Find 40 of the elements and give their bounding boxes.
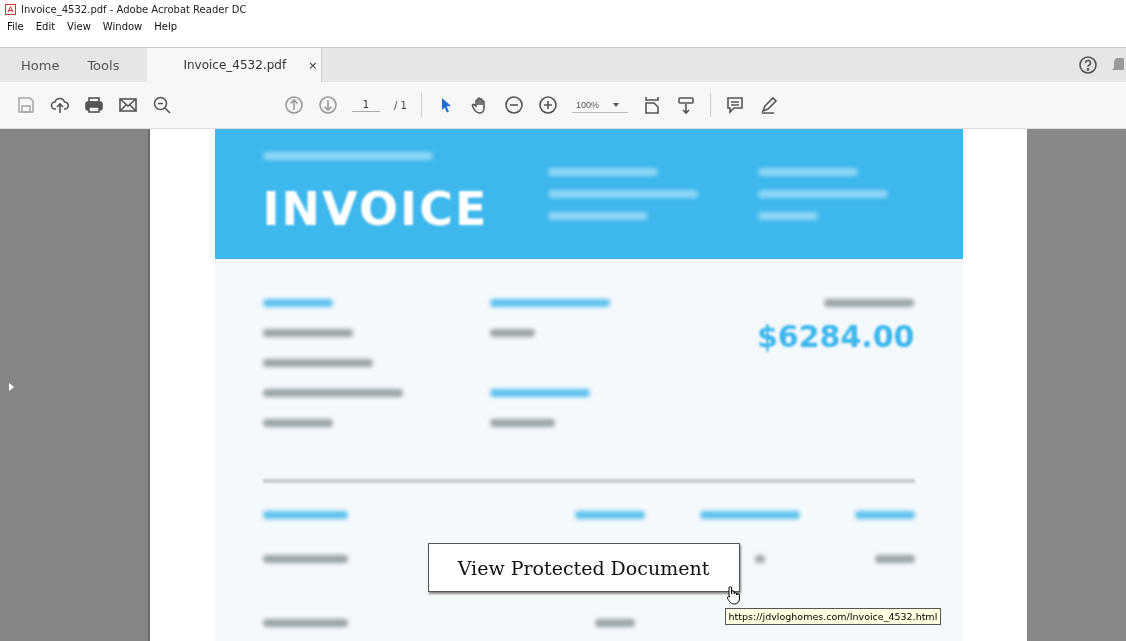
zoom-dropdown[interactable]: 100%	[571, 97, 628, 113]
mail-icon[interactable]	[118, 95, 138, 115]
blurred-text	[489, 419, 555, 427]
hand-cursor-icon	[724, 585, 741, 605]
link-tooltip: https://jdvloghomes.com/Invoice_4532.html	[724, 608, 942, 625]
blurred-text	[754, 555, 765, 563]
zoom-minus-icon[interactable]	[503, 95, 524, 115]
help-icon[interactable]	[1078, 55, 1098, 75]
tab[interactable]: Invoice_4532.pdf ×	[147, 48, 323, 82]
blurred-text	[854, 511, 915, 519]
page-count: / 1	[394, 99, 407, 111]
tab[interactable]: Home	[7, 48, 74, 82]
blurred-text	[874, 555, 915, 563]
menu-item[interactable]: Edit	[34, 20, 57, 32]
blurred-text	[594, 619, 635, 627]
zoom-out-icon[interactable]	[152, 95, 172, 115]
pdf-file-icon	[5, 3, 16, 15]
close-icon[interactable]: ×	[308, 58, 318, 72]
tab[interactable]: Tools	[73, 48, 134, 82]
invoice-total: $6284.00	[756, 319, 915, 354]
menu-item[interactable]: Window	[101, 20, 144, 32]
cloud-upload-icon[interactable]	[50, 95, 70, 115]
blurred-text	[758, 212, 819, 220]
blurred-text	[262, 299, 333, 307]
blurred-text	[574, 511, 645, 519]
menu-item[interactable]: View	[66, 20, 92, 32]
page-number-field[interactable]: 1	[352, 98, 380, 112]
zoom-plus-icon[interactable]	[537, 95, 558, 115]
window-title: Invoice_4532.pdf - Adobe Acrobat Reader DC	[21, 3, 247, 15]
invoice-heading: INVOICE	[262, 182, 489, 236]
comment-icon[interactable]	[724, 95, 745, 115]
scroll-mode-icon[interactable]	[675, 95, 696, 115]
view-document-button[interactable]: View Protected Document	[427, 543, 740, 592]
caret-icon	[612, 102, 619, 107]
blurred-text	[489, 329, 535, 337]
menu-item[interactable]: File	[6, 20, 25, 32]
print-icon[interactable]	[84, 95, 104, 115]
blurred-text	[262, 419, 333, 427]
menu-item[interactable]: Help	[153, 20, 179, 32]
expand-panel-icon[interactable]	[9, 382, 14, 391]
